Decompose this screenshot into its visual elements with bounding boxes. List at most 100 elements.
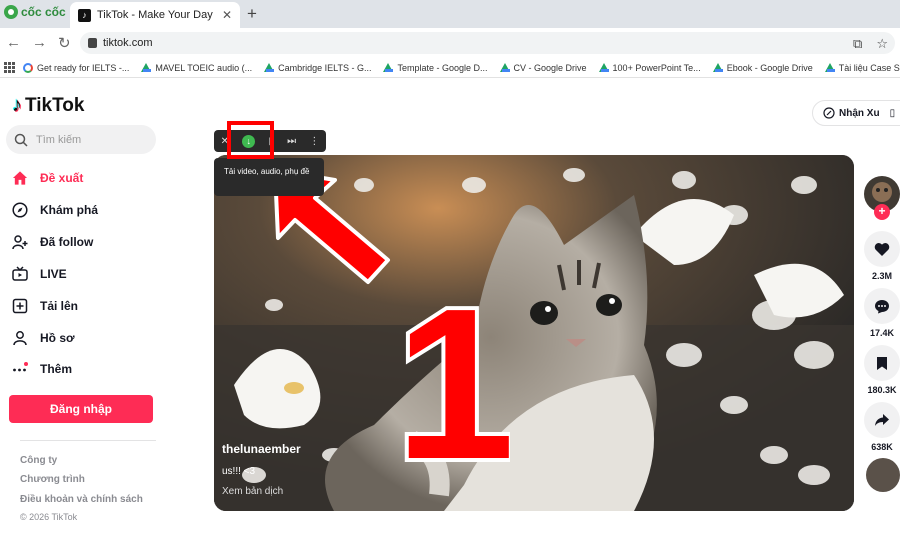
- bookmark-item[interactable]: Cambridge IELTS - G...: [264, 63, 371, 73]
- sidebar-label: Đã follow: [40, 235, 94, 249]
- bookmark-label: Get ready for IELTS -...: [37, 62, 130, 73]
- google-drive-icon: [383, 63, 394, 72]
- video-caption: us!!! <3: [222, 466, 256, 477]
- sidebar-label: Khám phá: [40, 203, 99, 217]
- sidebar-item-tai-len[interactable]: Tải lên: [12, 298, 78, 314]
- next-icon[interactable]: ⏭: [287, 136, 296, 147]
- tiktok-wordmark: TikTok: [25, 94, 85, 116]
- url-input[interactable]: tiktok.com: [80, 32, 895, 54]
- see-translation-link[interactable]: Xem bản dịch: [222, 486, 283, 497]
- google-drive-icon: [499, 63, 510, 72]
- google-drive-icon: [141, 63, 152, 72]
- home-icon: [12, 170, 28, 186]
- sidebar-label: LIVE: [40, 267, 67, 281]
- comment-button[interactable]: [864, 288, 900, 324]
- footer-link-program[interactable]: Chương trình: [20, 474, 85, 485]
- apps-grid-icon[interactable]: [4, 61, 15, 74]
- forward-icon[interactable]: →: [32, 34, 47, 51]
- music-disc-icon[interactable]: [866, 458, 900, 492]
- back-icon[interactable]: ←: [6, 34, 21, 51]
- tab-title: TikTok - Make Your Day: [97, 9, 213, 21]
- user-plus-icon: [12, 234, 28, 250]
- comment-count: 17.4K: [869, 328, 895, 338]
- reload-icon[interactable]: ↻: [58, 34, 71, 52]
- share-count: 638K: [871, 442, 893, 452]
- sidebar-label: Đề xuất: [40, 171, 84, 185]
- browser-tab-bar: cốc cốc ♪ TikTok - Make Your Day ✕ +: [0, 0, 900, 28]
- sidebar-item-them[interactable]: Thêm: [12, 361, 72, 377]
- search-icon: [14, 133, 28, 147]
- profile-icon: [12, 330, 28, 346]
- tv-icon: [12, 266, 28, 282]
- bookmarks-bar: Get ready for IELTS -... MAVEL TOEIC aud…: [0, 58, 900, 78]
- sidebar-item-da-follow[interactable]: Đã follow: [12, 234, 93, 250]
- bookmark-label: 100+ PowerPoint Te...: [612, 62, 701, 73]
- compass-icon: [12, 202, 28, 218]
- google-drive-icon: [264, 63, 275, 72]
- get-coins-button[interactable]: Nhận Xu ▯: [812, 100, 900, 126]
- bookmark-item[interactable]: Ebook - Google Drive: [712, 62, 813, 73]
- heart-icon: [874, 242, 890, 256]
- bookmark-item[interactable]: Tài liệu Case Study -...: [824, 62, 900, 73]
- bookmark-item[interactable]: Get ready for IELTS -...: [23, 62, 130, 73]
- bookmark-item[interactable]: MAVEL TOEIC audio (...: [141, 63, 252, 73]
- coccoc-icon: [4, 5, 18, 19]
- bookmark-item[interactable]: CV - Google Drive: [499, 62, 587, 73]
- follow-plus-icon[interactable]: +: [874, 204, 890, 220]
- download-highlight-box: [227, 121, 274, 159]
- sidebar-item-live[interactable]: LIVE: [12, 266, 67, 282]
- share-icon: [875, 414, 889, 426]
- coccoc-logo[interactable]: cốc cốc: [4, 5, 66, 19]
- like-button[interactable]: [864, 231, 900, 267]
- google-icon: [23, 62, 33, 73]
- footer-link-company[interactable]: Công ty: [20, 455, 57, 466]
- bookmark-star-icon[interactable]: ☆: [876, 36, 888, 52]
- bookmark-label: CV - Google Drive: [513, 62, 587, 73]
- translate-icon[interactable]: ⧉: [853, 36, 862, 52]
- save-button[interactable]: [864, 345, 900, 381]
- lock-icon: [88, 38, 97, 48]
- bookmark-item[interactable]: Template - Google D...: [383, 62, 488, 73]
- google-drive-icon: [598, 63, 609, 72]
- copyright-text: © 2026 TikTok: [20, 512, 78, 522]
- bookmark-icon: [877, 356, 887, 370]
- sidebar-label: Hồ sơ: [40, 331, 75, 345]
- coins-label: Nhận Xu: [839, 107, 880, 119]
- bookmark-label: Template - Google D...: [397, 62, 488, 73]
- coin-icon: [823, 107, 835, 119]
- bookmark-label: Tài liệu Case Study -...: [838, 62, 900, 73]
- bookmark-label: MAVEL TOEIC audio (...: [155, 62, 253, 73]
- bookmark-label: Cambridge IELTS - G...: [278, 62, 372, 73]
- more-icon: [12, 361, 28, 377]
- tiktok-favicon-icon: ♪: [78, 8, 91, 22]
- kebab-menu-icon[interactable]: ⋮: [309, 136, 319, 147]
- download-tooltip: Tải video, audio, phụ đề: [214, 158, 324, 196]
- browser-brand: cốc cốc: [21, 5, 66, 19]
- like-count: 2.3M: [871, 271, 892, 281]
- close-tab-icon[interactable]: ✕: [222, 8, 232, 22]
- device-icon[interactable]: ▯: [890, 108, 896, 119]
- sidebar-item-kham-pha[interactable]: Khám phá: [12, 202, 98, 218]
- upload-icon: [12, 298, 28, 314]
- annotation-number: 1: [400, 290, 510, 465]
- save-count: 180.3K: [867, 385, 897, 395]
- url-text: tiktok.com: [103, 37, 153, 49]
- footer-link-terms[interactable]: Điều khoản và chính sách: [20, 494, 143, 505]
- video-username[interactable]: thelunaember: [222, 442, 301, 456]
- sidebar-label: Tải lên: [40, 299, 79, 313]
- sidebar-divider: [20, 440, 156, 441]
- sidebar-label: Thêm: [40, 362, 73, 376]
- share-button[interactable]: [864, 402, 900, 438]
- sidebar-item-de-xuat[interactable]: Đề xuất: [12, 170, 83, 186]
- search-placeholder: Tìm kiếm: [36, 133, 82, 146]
- tiktok-note-icon: ♪: [12, 94, 22, 116]
- tab-tiktok[interactable]: ♪ TikTok - Make Your Day ✕: [70, 2, 240, 28]
- search-input[interactable]: Tìm kiếm: [6, 125, 156, 154]
- tiktok-logo[interactable]: ♪ TikTok: [12, 94, 84, 117]
- bookmark-label: Ebook - Google Drive: [726, 62, 813, 73]
- google-drive-icon: [824, 63, 835, 72]
- sidebar-item-ho-so[interactable]: Hồ sơ: [12, 330, 75, 346]
- bookmark-item[interactable]: 100+ PowerPoint Te...: [598, 62, 701, 73]
- login-button[interactable]: Đăng nhập: [9, 395, 153, 423]
- new-tab-button[interactable]: +: [247, 4, 257, 24]
